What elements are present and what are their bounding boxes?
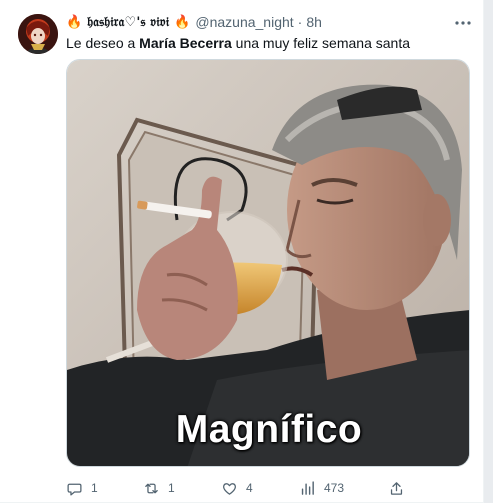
tweet-media-image[interactable]: Magnífico [66, 59, 470, 467]
views-count: 473 [324, 481, 345, 495]
meme-caption: Magnífico [175, 408, 363, 451]
views-chart-icon [301, 480, 314, 495]
mention-name: María Becerra [139, 35, 232, 51]
retweet-button[interactable]: 1 [143, 478, 175, 498]
tweet-timestamp[interactable]: 8h [306, 14, 322, 30]
tweet-text-before: Le deseo a [66, 35, 140, 51]
tweet-header: 🔥 𝔥𝔞𝔰𝔥𝔦𝔯𝔞♡'𝔰 𝔳𝔦𝔳𝔦 🔥 @nazuna_night · 8h [66, 12, 322, 32]
share-button[interactable] [388, 478, 405, 498]
separator-dot: · [297, 14, 303, 30]
reply-count: 1 [91, 481, 98, 495]
tweet-text: Le deseo a María Becerra una muy feliz s… [66, 34, 466, 52]
heart-icon [223, 482, 236, 495]
user-handle[interactable]: @nazuna_night [195, 14, 293, 30]
tweet-text-after: una muy feliz semana santa [231, 35, 411, 51]
like-button[interactable]: 4 [221, 478, 253, 498]
display-name[interactable]: 🔥 𝔥𝔞𝔰𝔥𝔦𝔯𝔞♡'𝔰 𝔳𝔦𝔳𝔦 🔥 [66, 15, 190, 30]
reply-icon [67, 483, 82, 496]
like-count: 4 [246, 481, 253, 495]
meme-photo [67, 60, 469, 466]
retweet-icon [145, 483, 158, 493]
retweet-count: 1 [168, 481, 175, 495]
views-button[interactable]: 473 [299, 478, 344, 498]
tweet-card[interactable]: 🔥 𝔥𝔞𝔰𝔥𝔦𝔯𝔞♡'𝔰 𝔳𝔦𝔳𝔦 🔥 @nazuna_night · 8h L… [0, 0, 484, 503]
more-horizontal-icon [455, 21, 471, 25]
share-icon [390, 481, 403, 495]
reply-button[interactable]: 1 [66, 478, 98, 498]
avatar[interactable] [18, 14, 58, 54]
more-options-button[interactable] [452, 12, 474, 34]
tweet-actions-bar: 1 1 4 473 [66, 478, 466, 498]
